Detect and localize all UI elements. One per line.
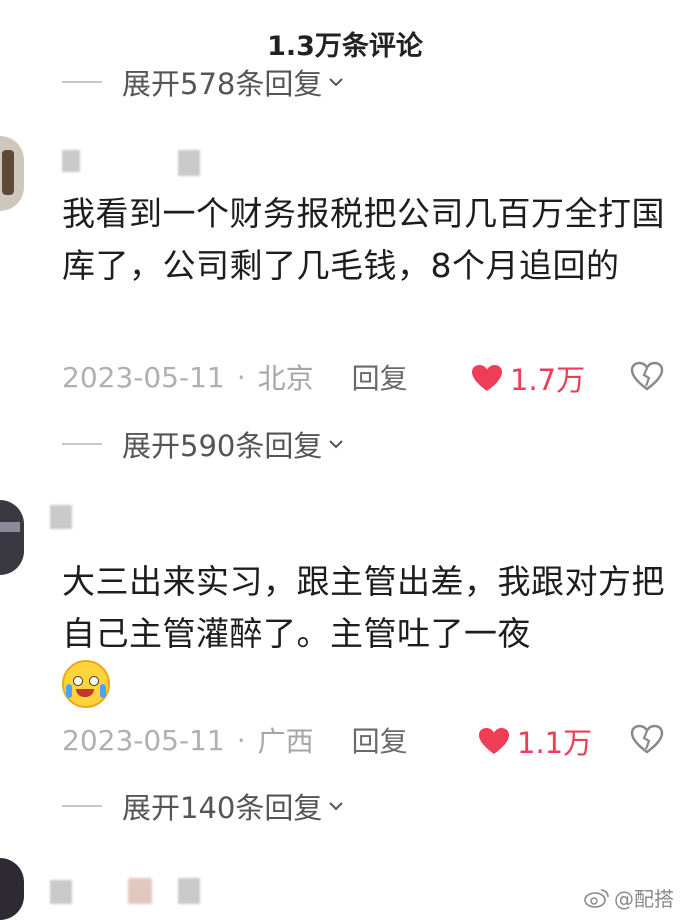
like-count: 1.7万 (510, 363, 586, 397)
username-blurred[interactable] (62, 150, 80, 172)
heart-icon (472, 365, 502, 391)
broken-heart-icon[interactable] (630, 360, 664, 392)
expand-replies-button[interactable]: 展开578条回复 (62, 62, 344, 102)
comment-location: 北京 (257, 362, 314, 395)
reply-button[interactable]: 回复 (352, 357, 408, 397)
comment-location: 广西 (257, 725, 314, 758)
avatar[interactable] (0, 858, 24, 920)
comment-text: 大三出来实习，跟主管出差，我跟对方把自己主管灌醉了。主管吐了一夜 (62, 562, 665, 653)
avatar[interactable] (0, 136, 24, 211)
separator-dot: · (236, 723, 246, 757)
watermark: @配搭 (584, 883, 674, 912)
chevron-down-icon (329, 78, 344, 87)
expand-replies-label: 展开590条回复 (122, 429, 323, 463)
broken-heart-icon[interactable] (630, 723, 664, 755)
username-blurred-3 (178, 878, 200, 904)
chevron-down-icon (329, 440, 344, 449)
comments-count-title: 1.3万条评论 (267, 31, 423, 62)
comment-text: 我看到一个财务报税把公司几百万全打国库了，公司剩了几毛钱，8个月追回的 (62, 194, 665, 285)
expand-replies-button[interactable]: 展开590条回复 (62, 424, 344, 464)
watermark-text: @配搭 (614, 887, 674, 911)
expand-replies-label: 展开140条回复 (122, 791, 323, 825)
username-blurred[interactable] (50, 505, 72, 529)
heart-icon (479, 728, 509, 754)
like-button[interactable]: 1.7万 (470, 357, 585, 399)
like-button[interactable]: 1.1万 (477, 720, 592, 762)
expand-replies-label: 展开578条回复 (122, 67, 323, 101)
comment-date: 2023-05-11 (62, 723, 225, 757)
comment-date: 2023-05-11 (62, 360, 225, 394)
avatar[interactable] (0, 500, 24, 575)
divider-line (62, 81, 102, 83)
divider-line (62, 443, 102, 445)
separator-dot: · (236, 360, 246, 394)
laughing-crying-emoji-icon (62, 660, 110, 708)
like-count: 1.1万 (517, 726, 593, 760)
username-blurred[interactable] (50, 880, 72, 904)
weibo-logo-icon (584, 888, 609, 908)
reply-button[interactable]: 回复 (352, 720, 408, 760)
chevron-down-icon (329, 802, 344, 811)
username-blurred-2 (178, 150, 200, 176)
username-blurred-2 (128, 878, 152, 904)
divider-line (62, 805, 102, 807)
expand-replies-button[interactable]: 展开140条回复 (62, 786, 344, 826)
